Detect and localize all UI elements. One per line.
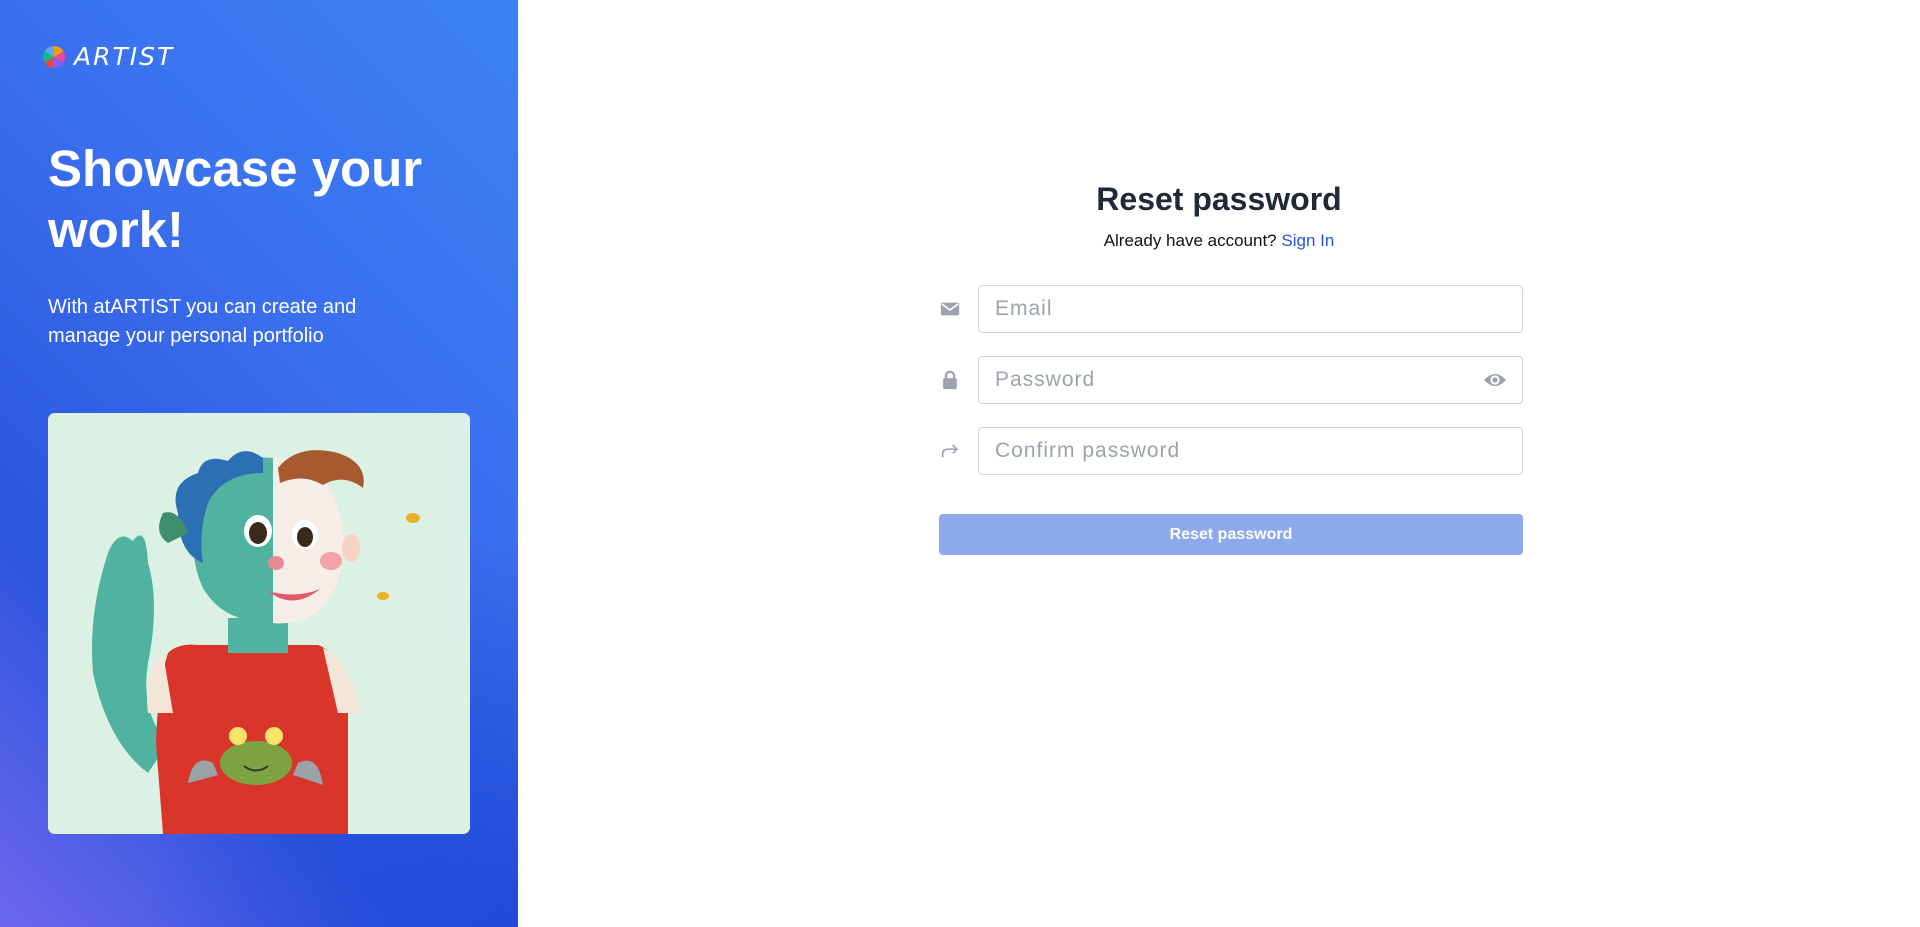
hero-panel: ARTIST Showcase your work! With atARTIST… bbox=[0, 0, 518, 927]
brand-name: ARTIST bbox=[74, 42, 175, 71]
brand[interactable]: ARTIST bbox=[42, 42, 174, 71]
share-arrow-icon bbox=[939, 440, 961, 462]
hero-title: Showcase your work! bbox=[48, 140, 423, 258]
reset-password-button[interactable]: Reset password bbox=[939, 514, 1523, 555]
signin-link[interactable]: Sign In bbox=[1281, 231, 1334, 250]
reset-password-form: Reset password Already have account? Sig… bbox=[518, 0, 1920, 927]
password-row bbox=[939, 356, 1523, 404]
signin-prompt: Already have account? Sign In bbox=[518, 231, 1920, 251]
password-field[interactable] bbox=[978, 356, 1523, 404]
hero-artwork bbox=[48, 413, 470, 834]
color-wheel-logo-icon bbox=[43, 45, 65, 68]
confirm-password-row bbox=[939, 427, 1523, 475]
illustration-icon bbox=[48, 413, 470, 834]
hero-subtitle: With atARTIST you can create and manage … bbox=[48, 296, 357, 347]
eye-icon[interactable] bbox=[1483, 369, 1507, 391]
page-title: Reset password bbox=[1096, 181, 1342, 217]
envelope-icon bbox=[939, 298, 961, 320]
confirm-password-field[interactable] bbox=[978, 427, 1523, 475]
email-row bbox=[939, 285, 1523, 333]
lock-icon bbox=[939, 369, 961, 391]
signin-prompt-text: Already have account? bbox=[1103, 231, 1277, 250]
email-field[interactable] bbox=[978, 285, 1523, 333]
